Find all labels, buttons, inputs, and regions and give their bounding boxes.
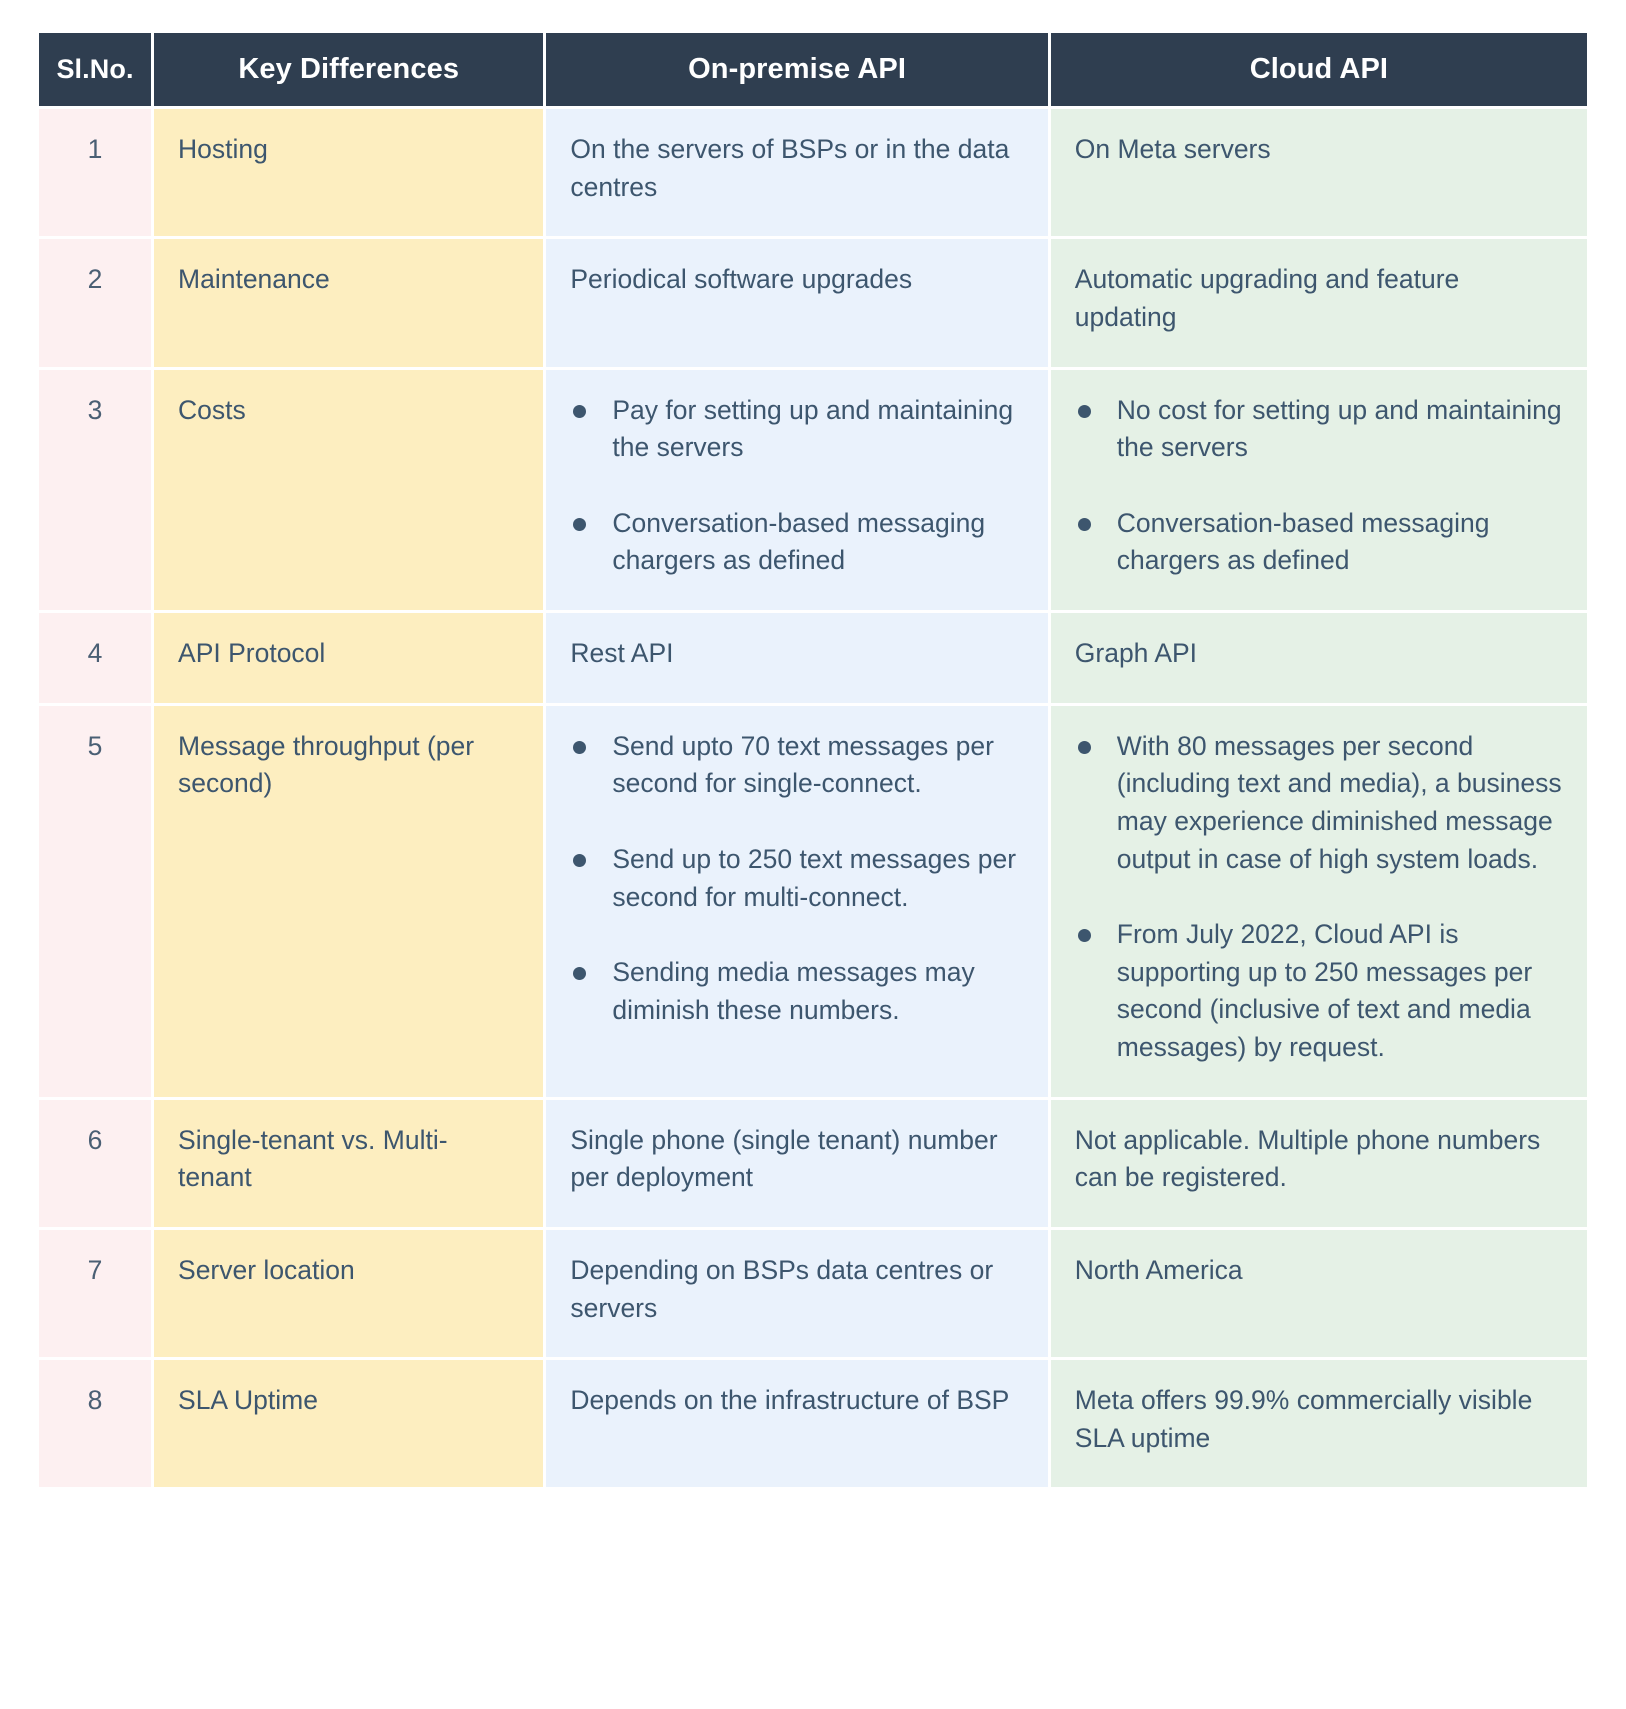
cell-on-premise-api-text: Single phone (single tenant) number per … [570,1124,998,1193]
table-row: 2 Maintenance Periodical software upgrades… [39,239,1587,367]
cell-key-difference: Single-tenant vs. Multi-tenant [154,1099,544,1227]
cell-cloud-api: North America [1050,1229,1587,1358]
cell-key-difference: Server location [154,1229,544,1358]
table-row: 7 Server location Depending on BSPs data c… [39,1229,1587,1358]
cell-sl-no: 7 [39,1229,152,1358]
list-item: Conversation-based messaging chargers as… [1075,505,1563,580]
column-header-on-premise-api: On-premise API [546,33,1048,106]
list-item: Conversation-based messaging chargers as… [570,505,1023,580]
column-header-key-differences: Key Differences [154,33,544,106]
cell-on-premise-api-text: Depends on the infrastructure of BSP [570,1385,1010,1416]
cell-cloud-api-text: Meta offers 99.9% commercially visible S… [1074,1385,1533,1453]
cell-on-premise-api: Rest API [546,613,1048,703]
cell-key-difference: Maintenance [154,239,544,367]
column-header-cloud-api: Cloud API [1050,33,1587,106]
cell-key-difference: Hosting [154,109,544,237]
cell-on-premise-api: Pay for setting up and maintaining the s… [546,369,1048,610]
list-item: Pay for setting up and maintaining the s… [570,392,1023,467]
cell-cloud-api-text: Graph API [1074,638,1198,668]
list-item: Send up to 250 text messages per second … [570,841,1023,916]
column-header-sl-no: Sl.No. [39,33,152,106]
cell-cloud-api: Not applicable. Multiple phone numbers c… [1050,1099,1587,1227]
cell-cloud-api: Meta offers 99.9% commercially visible S… [1050,1360,1587,1488]
cell-key-difference: Costs [154,369,544,610]
list-item: With 80 messages per second (including t… [1075,728,1563,879]
cell-cloud-api-list: With 80 messages per second (including t… [1075,728,1563,1067]
cell-sl-no: 2 [39,239,152,367]
cell-sl-no: 6 [39,1099,152,1227]
cell-cloud-api-text: Not applicable. Multiple phone numbers c… [1074,1124,1541,1193]
cell-cloud-api: With 80 messages per second (including t… [1050,705,1587,1097]
list-item: Sending media messages may diminish thes… [570,954,1023,1029]
table-body: 1 Hosting On the servers of BSPs or in the… [39,109,1587,1488]
cell-on-premise-api-text: Periodical software upgrades [570,264,913,295]
on-premise-vs-cloud-api-comparison-table: Sl.No. Key Differences On-premise API Cl… [36,30,1590,1490]
cell-cloud-api: On Meta servers [1050,109,1587,237]
cell-sl-no: 5 [39,705,152,1097]
comparison-table-container: Sl.No. Key Differences On-premise API Cl… [0,0,1626,1490]
cell-sl-no: 4 [39,613,152,703]
table-row: 4 API Protocol Rest API Graph API [39,613,1587,703]
cell-cloud-api-list: No cost for setting up and maintaining t… [1075,392,1563,581]
cell-sl-no: 3 [39,369,152,610]
cell-on-premise-api-list: Send upto 70 text messages per second fo… [570,728,1023,1030]
table-header: Sl.No. Key Differences On-premise API Cl… [39,33,1587,106]
list-item: Send upto 70 text messages per second fo… [570,728,1023,803]
cell-on-premise-api-text: Depending on BSPs data centres or server… [570,1254,994,1323]
cell-cloud-api: Graph API [1050,613,1587,703]
cell-on-premise-api: Single phone (single tenant) number per … [546,1099,1048,1227]
cell-key-difference: SLA Uptime [154,1360,544,1488]
list-item: No cost for setting up and maintaining t… [1075,392,1563,467]
cell-cloud-api: No cost for setting up and maintaining t… [1050,369,1587,610]
cell-key-difference: Message throughput (per second) [154,705,544,1097]
table-row: 5 Message throughput (per second) Send upt… [39,705,1587,1097]
cell-on-premise-api: Depending on BSPs data centres or server… [546,1229,1048,1358]
table-row: 3 Costs Pay for setting up and maintaining… [39,369,1587,610]
table-row: 1 Hosting On the servers of BSPs or in the… [39,109,1587,237]
cell-sl-no: 8 [39,1360,152,1488]
cell-on-premise-api-list: Pay for setting up and maintaining the s… [570,392,1023,581]
cell-on-premise-api: On the servers of BSPs or in the data ce… [546,109,1048,237]
cell-cloud-api-text: On Meta servers [1074,134,1271,164]
cell-on-premise-api-text: On the servers of BSPs or in the data ce… [570,134,1010,202]
cell-on-premise-api-text: Rest API [570,638,674,668]
cell-sl-no: 1 [39,109,152,237]
cell-cloud-api-text: Automatic upgrading and feature updating [1074,264,1460,332]
cell-on-premise-api: Periodical software upgrades [546,239,1048,367]
cell-cloud-api-text: North America [1074,1254,1243,1285]
cell-cloud-api: Automatic upgrading and feature updating [1050,239,1587,367]
table-row: 6 Single-tenant vs. Multi-tenant Single ph… [39,1099,1587,1227]
table-row: 8 SLA Uptime Depends on the infrastructure… [39,1360,1587,1488]
cell-key-difference: API Protocol [154,613,544,703]
list-item: From July 2022, Cloud API is supporting … [1075,916,1563,1067]
cell-on-premise-api: Depends on the infrastructure of BSP [546,1360,1048,1488]
table-header-row: Sl.No. Key Differences On-premise API Cl… [39,33,1587,106]
cell-on-premise-api: Send upto 70 text messages per second fo… [546,705,1048,1097]
